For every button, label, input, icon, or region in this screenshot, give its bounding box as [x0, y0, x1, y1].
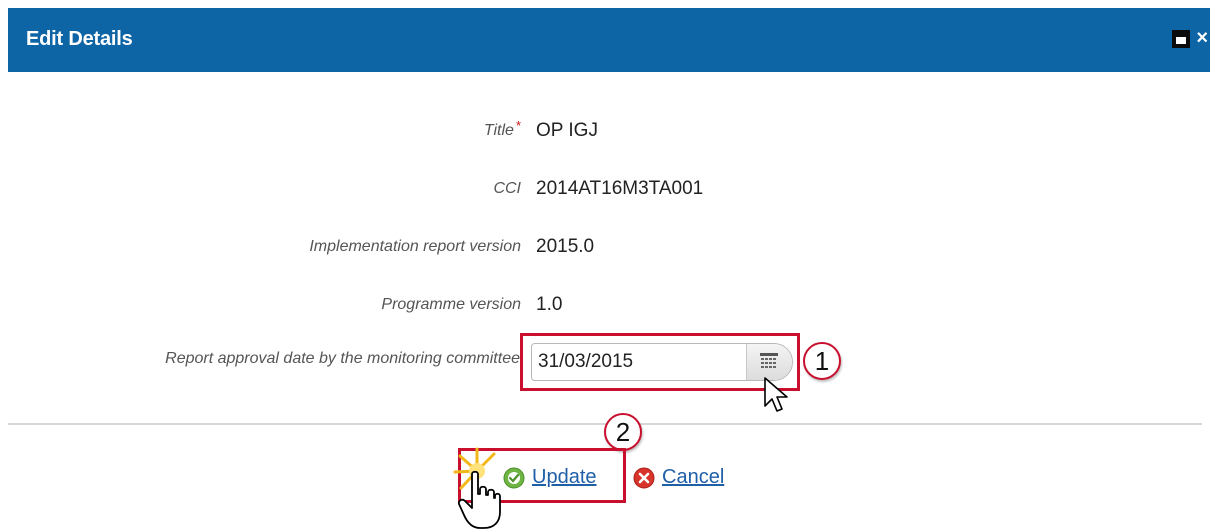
dialog-title: Edit Details: [26, 28, 133, 50]
implementation-version-row: Implementation report version 2015.0: [0, 233, 1210, 263]
cci-label: CCI: [493, 180, 521, 197]
update-button[interactable]: Update: [532, 466, 597, 489]
approval-date-input[interactable]: [538, 348, 738, 376]
title-value: OP IGJ: [536, 120, 598, 141]
calendar-button[interactable]: [746, 344, 792, 380]
programme-version-value: 1.0: [536, 294, 563, 315]
required-mark: *: [515, 118, 521, 133]
programme-version-row: Programme version 1.0: [0, 291, 1210, 321]
arrow-cursor-icon: [764, 377, 788, 412]
maximize-icon[interactable]: [1172, 30, 1190, 48]
close-icon[interactable]: ×: [1196, 27, 1208, 49]
approval-date-field: [531, 343, 793, 381]
programme-version-label: Programme version: [381, 296, 521, 313]
calendar-icon: [760, 353, 778, 368]
check-icon: [503, 467, 525, 489]
approval-date-highlight: [520, 333, 800, 391]
cancel-button[interactable]: Cancel: [662, 466, 724, 489]
title-label: Title *: [483, 118, 521, 139]
edit-details-dialog: Edit Details × Title * OP IGJ CCI 2014AT1…: [0, 0, 1210, 529]
implementation-version-value: 2015.0: [536, 236, 595, 257]
cci-row: CCI 2014AT16M3TA001: [0, 175, 1210, 205]
cancel-x-icon: [633, 467, 655, 489]
callout-1: 1: [803, 342, 841, 380]
callout-2: 2: [604, 413, 642, 451]
dialog-titlebar: Edit Details ×: [8, 8, 1210, 72]
cci-value: 2014AT16M3TA001: [536, 178, 704, 199]
approval-date-label: Report approval date by the monitoring c…: [165, 350, 520, 367]
title-row: Title * OP IGJ: [0, 117, 1210, 147]
implementation-version-label: Implementation report version: [309, 238, 521, 255]
hand-cursor-icon: [458, 470, 501, 529]
